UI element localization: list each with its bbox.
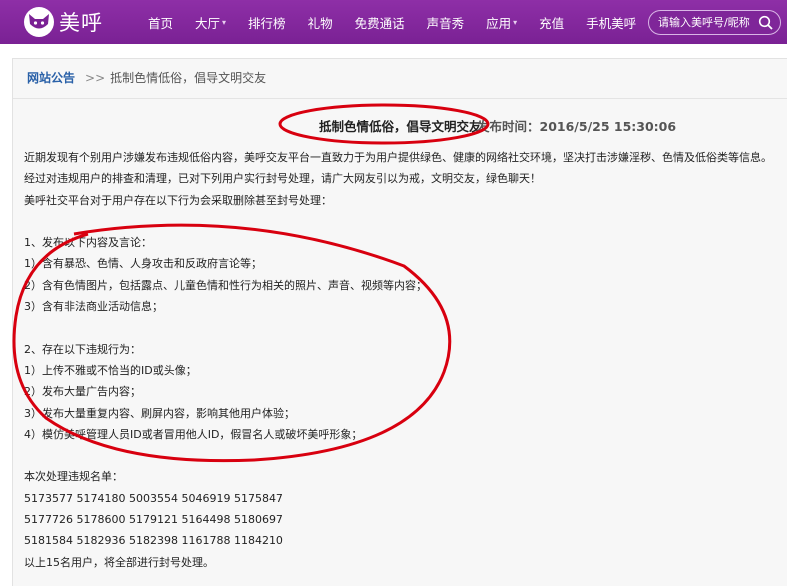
chevron-down-icon: ▾ [513,17,518,27]
chevron-down-icon: ▾ [222,17,227,27]
intro-line-2: 经过对违规用户的排查和清理，已对下列用户实行封号处理，请广大网友引以为戒，文明交… [24,172,541,186]
nav-item-1[interactable]: 首页 [148,13,173,32]
nav-item-label: 首页 [148,15,174,31]
banned-list-heading: 本次处理违规名单： [24,470,123,484]
nav-item-6[interactable]: 声音秀 [427,13,465,32]
search-box [648,10,781,35]
intro-line-1: 近期发现有个别用户涉嫌发布违规低俗内容，美呼交友平台一直致力于为用户提供绿色、健… [24,151,772,164]
nav-item-3[interactable]: 排行榜 [248,13,286,32]
banned-ids-row-1: 5173577 5174180 5003554 5046919 5175847 [24,491,283,505]
publish-label: 发布时间： [477,119,540,134]
section2-heading: 2、存在以下违规行为： [24,342,141,356]
nav-item-label: 礼物 [307,15,333,31]
section2-item-4: 4）模仿美呼管理人员ID或者冒用他人ID，假冒名人或破坏美呼形象； [24,427,363,441]
main-nav: 首页 大厅 ▾ 排行榜 礼物 免费通话 声音秀 应用 ▾ 充值 手机美呼 [148,13,658,32]
section1-item-3: 3）含有非法商业活动信息； [24,300,163,314]
article-body: 近期发现有个别用户涉嫌发布违规低俗内容，美呼交友平台一直致力于为用户提供绿色、健… [24,147,779,573]
nav-item-4[interactable]: 礼物 [308,13,333,32]
article-title: 抵制色情低俗，倡导文明交友 [319,119,482,134]
breadcrumb-divider [13,98,787,99]
search-input[interactable] [658,16,758,29]
banned-ids-row-3: 5181584 5182936 5182398 1161788 1184210 [24,534,283,548]
publish-time-value: 2016/5/25 15:30:06 [539,119,677,134]
banned-ids-row-2: 5177726 5178600 5179121 5164498 5180697 [24,513,283,527]
nav-item-label: 排行榜 [248,15,286,31]
nav-item-5[interactable]: 免费通话 [355,13,405,32]
section2-item-3: 3）发布大量重复内容、刷屏内容，影响其他用户体验； [24,406,295,420]
nav-item-label: 应用 [486,15,512,31]
logo-fox-icon [24,7,54,37]
content-panel: 网站公告 >> 抵制色情低俗，倡导文明交友 抵制色情低俗，倡导文明交友 发布时间… [12,58,787,586]
nav-item-8[interactable]: 充值 [539,13,564,32]
nav-item-7[interactable]: 应用 ▾ [486,13,517,32]
section1-item-2: 2）含有色情图片，包括露点、儿童色情和性行为相关的照片、声音、视频等内容； [24,278,427,292]
logo[interactable]: 美呼 [24,7,134,37]
nav-item-2[interactable]: 大厅 ▾ [195,13,226,32]
logo-text: 美呼 [59,11,103,35]
section1-item-1: 1）含有暴恐、色情、人身攻击和反政府言论等； [24,257,262,271]
nav-item-9[interactable]: 手机美呼 [586,13,636,32]
nav-item-label: 充值 [539,15,565,31]
breadcrumb-current: 抵制色情低俗，倡导文明交友 [110,71,267,85]
nav-item-label: 声音秀 [426,15,465,31]
search-icon[interactable] [758,15,774,31]
breadcrumb-home-link[interactable]: 网站公告 [27,69,75,86]
nav-item-label: 免费通话 [354,15,405,31]
top-nav-bar: 美呼 首页 大厅 ▾ 排行榜 礼物 免费通话 声音秀 应用 ▾ 充值 手机美呼 [0,0,787,44]
publish-time: 发布时间：2016/5/25 15:30:06 [477,116,676,135]
section2-item-2: 2）发布大量广告内容； [24,385,141,399]
breadcrumb-separator: >> [85,70,106,85]
nav-item-label: 手机美呼 [586,15,637,31]
section2-item-1: 1）上传不雅或不恰当的ID或头像； [24,363,197,377]
closing-line: 以上15名用户，将全部进行封号处理。 [24,555,214,569]
nav-item-label: 大厅 [195,15,221,31]
breadcrumb: 网站公告 >> 抵制色情低俗，倡导文明交友 [27,69,266,86]
section1-heading: 1、发布以下内容及言论： [24,236,152,250]
intro-line-3: 美呼社交平台对于用户存在以下行为会采取删除甚至封号处理： [24,193,332,207]
